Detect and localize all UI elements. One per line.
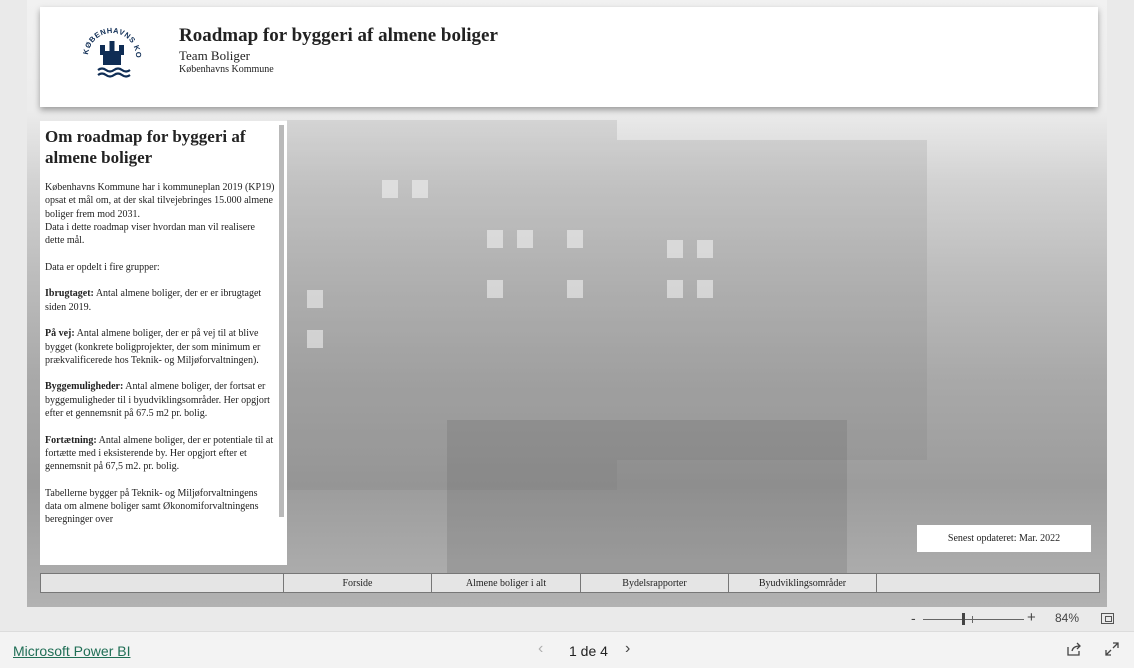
page-indicator: 1 de 4 (569, 643, 608, 659)
background-window (382, 180, 398, 198)
nav-button-bydelsrapporter[interactable]: Bydelsrapporter (581, 574, 729, 592)
background-window (667, 280, 683, 298)
background-window (697, 240, 713, 258)
info-panel-scrollbar[interactable] (279, 125, 284, 517)
nav-button-forside[interactable]: Forside (284, 574, 432, 592)
background-window (307, 290, 323, 308)
group-item: Ibrugtaget: Antal almene boliger, der er… (45, 288, 262, 313)
report-subtitle-team: Team Boliger (179, 48, 250, 63)
background-window (517, 230, 533, 248)
previous-page-icon[interactable]: ‹ (538, 640, 543, 658)
next-page-icon[interactable]: › (625, 640, 630, 658)
last-updated-label: Senest opdateret: Mar. 2022 (917, 525, 1091, 552)
report-subtitle-organization: Københavns Kommune (179, 64, 274, 75)
closing-text: Tabellerne bygger på Teknik- og Miljøfor… (45, 487, 259, 526)
zoom-in-button[interactable]: + (1027, 609, 1036, 626)
share-icon[interactable] (1066, 641, 1082, 657)
groups-intro-text: Data er opdelt i fire grupper: (45, 261, 160, 273)
zoom-bar: - + 84% (0, 607, 1134, 631)
page-navigation-bar: Forside Almene boliger i alt Bydelsrappo… (40, 573, 1100, 593)
background-window (667, 240, 683, 258)
group-item: Fortætning: Antal almene boliger, der er… (45, 434, 274, 473)
background-window (697, 280, 713, 298)
report-canvas: KØBENHAVNS KOMMUNE Roadmap for byggeri a… (27, 0, 1107, 607)
report-header: KØBENHAVNS KOMMUNE Roadmap for byggeri a… (40, 7, 1098, 107)
intro-text: Københavns Kommune har i kommuneplan 201… (45, 182, 275, 220)
group-item: Byggemuligheder: Antal almene boliger, d… (45, 381, 270, 420)
about-roadmap-text: Københavns Kommune har i kommuneplan 201… (45, 181, 275, 540)
background-window (487, 280, 503, 298)
background-window (307, 330, 323, 348)
fit-to-page-icon[interactable] (1101, 613, 1114, 624)
kobenhavns-kommune-logo: KØBENHAVNS KOMMUNE (76, 21, 143, 78)
nav-cell-empty (877, 574, 1097, 592)
zoom-out-button[interactable]: - (911, 610, 916, 626)
microsoft-power-bi-link[interactable]: Microsoft Power BI (13, 643, 130, 659)
background-window (567, 280, 583, 298)
nav-cell-empty (41, 574, 284, 592)
background-playground (447, 420, 847, 590)
powerbi-footer: Microsoft Power BI ‹ 1 de 4 › (0, 631, 1134, 668)
fullscreen-icon[interactable] (1104, 641, 1120, 657)
nav-button-byudviklingsomrader[interactable]: Byudviklingsområder (729, 574, 877, 592)
zoom-level-label: 84% (1055, 611, 1080, 625)
intro-text-2: Data i dette roadmap viser hvordan man v… (45, 221, 255, 247)
group-item: På vej: Antal almene boliger, der er på … (45, 328, 261, 366)
zoom-slider-track[interactable] (923, 619, 1024, 620)
zoom-slider-default-tick (972, 616, 973, 623)
background-window (487, 230, 503, 248)
background-window (412, 180, 428, 198)
report-title: Roadmap for byggeri af almene boliger (179, 25, 498, 46)
background-window (567, 230, 583, 248)
about-roadmap-panel: Om roadmap for byggeri af almene boliger… (40, 121, 287, 565)
nav-button-almene-boliger-i-alt[interactable]: Almene boliger i alt (432, 574, 581, 592)
background-building (617, 140, 927, 460)
zoom-slider-thumb[interactable] (962, 613, 965, 625)
about-roadmap-heading: Om roadmap for byggeri af almene boliger (45, 127, 246, 167)
